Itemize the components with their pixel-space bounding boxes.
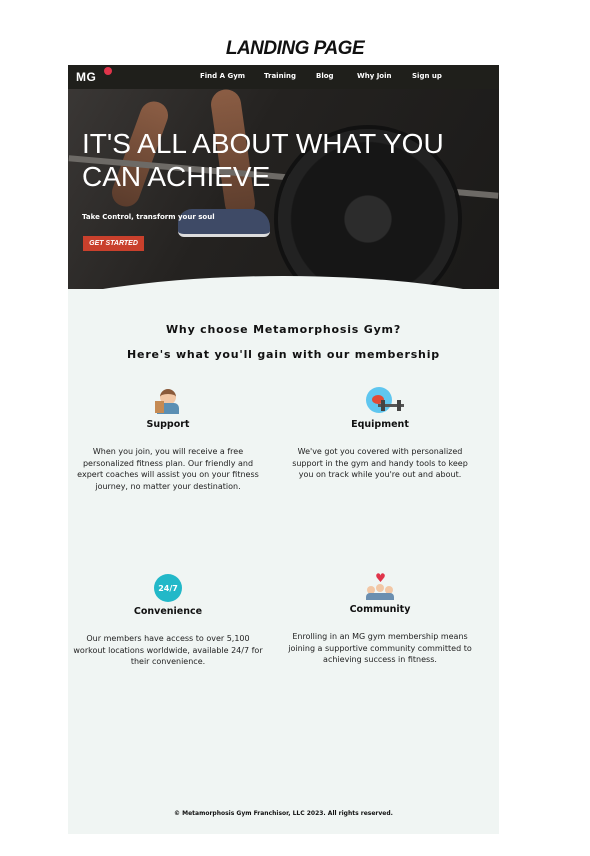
feature-text: When you join, you will receive a free p… — [77, 447, 259, 491]
feature-equipment: Equipment We've got you covered with per… — [285, 387, 475, 481]
feature-support: Support When you join, you will receive … — [73, 387, 263, 492]
feature-community: ♥ Community Enrolling in an MG gym membe… — [285, 572, 475, 666]
footer-copyright: © Metamorphosis Gym Franchisor, LLC 2023… — [174, 810, 393, 817]
equipment-icon — [366, 387, 404, 415]
feature-text: We've got you covered with personalized … — [292, 447, 468, 479]
hero-subtitle: Take Control, transform your soul — [82, 213, 215, 221]
section-heading: Why choose Metamorphosis Gym? — [166, 323, 401, 336]
landing-frame: MG Find A Gym Training Blog Why Join Sig… — [68, 65, 499, 834]
nav-find-a-gym[interactable]: Find A Gym — [200, 72, 245, 80]
nav-blog[interactable]: Blog — [316, 72, 334, 80]
nav-training[interactable]: Training — [264, 72, 296, 80]
clock-24-7-icon: 24/7 — [154, 574, 182, 602]
get-started-button[interactable]: GET STARTED — [83, 236, 144, 251]
feature-title: Convenience — [133, 606, 203, 617]
feature-text: Enrolling in an MG gym membership means … — [288, 632, 472, 664]
feature-convenience: 24/7 Convenience Our members have access… — [73, 574, 263, 668]
hero-headline: IT'S ALL ABOUT WHAT YOU CAN ACHIEVE — [82, 128, 444, 192]
feature-title: Support — [146, 419, 190, 430]
logo-badge-icon — [104, 67, 112, 75]
feature-title: Community — [349, 604, 411, 615]
feature-text: Our members have access to over 5,100 wo… — [73, 634, 263, 666]
section-subheading: Here's what you'll gain with our members… — [127, 348, 440, 361]
page-title: LANDING PAGE — [225, 38, 365, 59]
top-nav: MG Find A Gym Training Blog Why Join Sig… — [68, 65, 499, 89]
nav-sign-up[interactable]: Sign up — [412, 72, 442, 80]
community-icon: ♥ — [366, 572, 394, 600]
coach-icon — [154, 387, 182, 415]
feature-title: Equipment — [351, 419, 409, 430]
nav-why-join[interactable]: Why Join — [357, 72, 392, 80]
hero: IT'S ALL ABOUT WHAT YOU CAN ACHIEVE Take… — [68, 89, 499, 289]
logo[interactable]: MG — [76, 70, 96, 84]
